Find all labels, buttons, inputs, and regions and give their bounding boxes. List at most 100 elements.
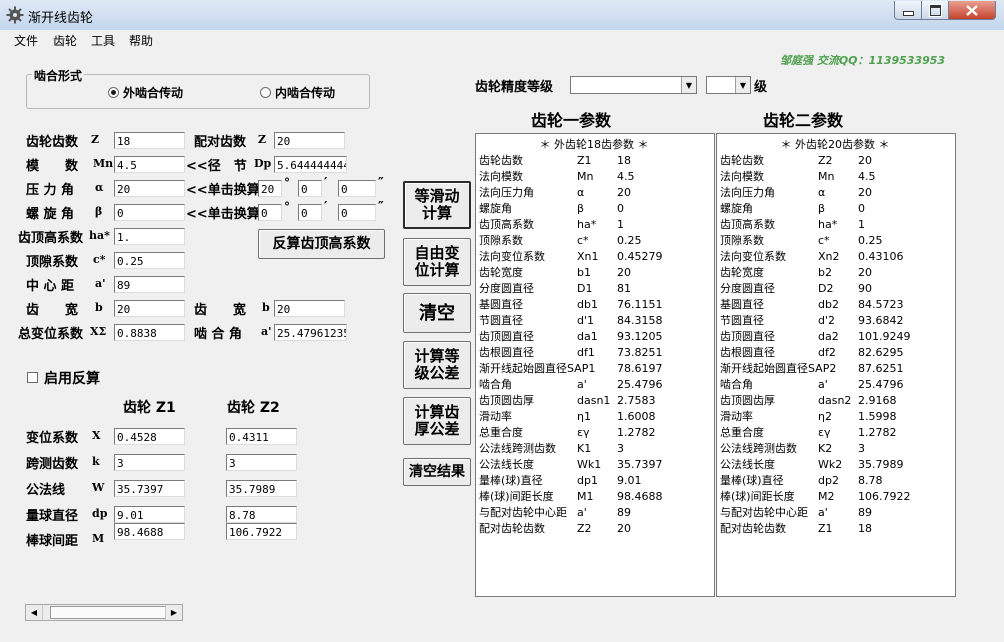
span-teeth-z2-input[interactable]: 3 <box>226 454 297 471</box>
external-mesh-radio[interactable] <box>108 87 119 98</box>
result-symbol: a' <box>577 378 587 391</box>
helix-minute-input[interactable]: 0 <box>298 204 322 221</box>
helix-convert-link[interactable]: <<单击换算 <box>186 203 260 222</box>
result-label: 公法线长度 <box>479 458 534 471</box>
result-label: 齿轮齿数 <box>479 154 523 167</box>
result-symbol: dasn2 <box>818 394 852 407</box>
minute-mark: ′ <box>324 176 328 191</box>
reverse-calc-checkbox[interactable] <box>27 372 38 383</box>
result-value: 20 <box>858 266 872 279</box>
scroll-left-icon[interactable]: ◀ <box>26 605 43 620</box>
scroll-thumb[interactable] <box>50 606 166 619</box>
precision-select[interactable]: ▼ <box>570 76 697 94</box>
result-label: 基圆直径 <box>479 298 523 311</box>
ball-distance-z2-input[interactable]: 106.7922 <box>226 523 297 540</box>
grade-tolerance-button[interactable]: 计算等 级公差 <box>403 341 471 389</box>
result-value: 4.5 <box>617 170 635 183</box>
result-label: 齿顶高系数 <box>479 218 534 231</box>
horizontal-scrollbar[interactable]: ◀ ▶ <box>25 604 183 621</box>
result-value: 1.6008 <box>617 410 656 423</box>
result-value: 101.9249 <box>858 330 911 343</box>
pitch-label[interactable]: <<径 节 <box>186 155 247 174</box>
ball-distance-z1-input[interactable]: 98.4688 <box>114 523 185 540</box>
pressure-angle-input[interactable]: 20 <box>114 180 185 197</box>
grade-select[interactable]: ▼ <box>706 76 751 94</box>
pressure-degree-input[interactable]: 20 <box>258 180 282 197</box>
shift-coef-z2-input[interactable]: 0.4311 <box>226 428 297 445</box>
helix-degree-input[interactable]: 0 <box>258 204 282 221</box>
result-value: 84.5723 <box>858 298 904 311</box>
internal-mesh-radio[interactable] <box>260 87 271 98</box>
span-teeth-z1-input[interactable]: 3 <box>114 454 185 471</box>
result-symbol: db2 <box>818 298 839 311</box>
close-button[interactable] <box>948 1 996 20</box>
result-label: 螺旋角 <box>720 202 753 215</box>
module-input[interactable]: 4.5 <box>114 156 185 173</box>
base-tangent-z1-input[interactable]: 35.7397 <box>114 480 185 497</box>
menu-tools[interactable]: 工具 <box>91 32 115 49</box>
menu-gear[interactable]: 齿轮 <box>53 32 77 49</box>
addendum-coef-input[interactable]: 1. <box>114 228 185 245</box>
span-teeth-symbol: k <box>92 455 100 468</box>
minute-mark: ′ <box>324 200 328 215</box>
pitch-input[interactable]: 5.644444444 <box>274 156 347 173</box>
gear1-results-panel[interactable]: ＊ 外齿轮18齿参数 ＊ 齿轮齿数 Z1 18 法向模数 Mn 4.5 法向压力角 α 20 螺旋… <box>475 133 715 597</box>
helix-second-input[interactable]: 0 <box>338 204 376 221</box>
minimize-icon <box>902 11 914 16</box>
mesh-angle-label: 啮 合 角 <box>194 327 243 342</box>
pressure-convert-link[interactable]: <<单击换算 <box>186 179 260 198</box>
gear2-results-panel[interactable]: ＊ 外齿轮20齿参数 ＊ 齿轮齿数 Z2 20 法向模数 Mn 4.5 法向压力角 α 20 螺旋… <box>716 133 956 597</box>
center-distance-input[interactable]: 89 <box>114 276 185 293</box>
span-teeth-label: 跨测齿数 <box>26 457 79 472</box>
minimize-button[interactable] <box>894 1 922 20</box>
external-mesh-label[interactable]: 外啮合传动 <box>123 84 183 101</box>
face-width2-input[interactable]: 20 <box>274 300 345 317</box>
result-label: 渐开线起始圆直径SAP1 <box>479 362 596 375</box>
base-tangent-z2-input[interactable]: 35.7989 <box>226 480 297 497</box>
result-label: 公法线跨测齿数 <box>479 442 556 455</box>
pressure-angle-label: 压 力 角 <box>26 183 75 198</box>
ball-diameter-z1-input[interactable]: 9.01 <box>114 506 185 523</box>
result-value: 20 <box>858 154 872 167</box>
second-mark: ″ <box>378 200 384 215</box>
result-value: 82.6295 <box>858 346 904 359</box>
slide-calc-button[interactable]: 等滑动 计算 <box>403 181 471 229</box>
result-symbol: Z2 <box>577 522 592 535</box>
scroll-right-icon[interactable]: ▶ <box>165 605 182 620</box>
result-symbol: K2 <box>818 442 833 455</box>
clearance-coef-label: 顶隙系数 <box>26 255 79 270</box>
clear-results-button[interactable]: 清空结果 <box>403 458 471 486</box>
pressure-minute-input[interactable]: 0 <box>298 180 322 197</box>
internal-mesh-label[interactable]: 内啮合传动 <box>275 84 335 101</box>
helix-angle-input[interactable]: 0 <box>114 204 185 221</box>
result-value: 4.5 <box>858 170 876 183</box>
clear-button[interactable]: 清空 <box>403 293 471 333</box>
result-value: 3 <box>858 442 865 455</box>
total-shift-input[interactable]: 0.8838 <box>114 324 185 341</box>
thickness-tolerance-button[interactable]: 计算齿 厚公差 <box>403 397 471 445</box>
menu-file[interactable]: 文件 <box>14 32 38 49</box>
mesh-angle-input[interactable]: 25.47961235 <box>274 324 347 341</box>
teeth-input[interactable]: 18 <box>114 132 185 149</box>
reverse-calc-label[interactable]: 启用反算 <box>44 368 100 388</box>
free-shift-calc-button[interactable]: 自由变 位计算 <box>403 238 471 286</box>
reverse-addendum-button[interactable]: 反算齿顶高系数 <box>258 229 385 259</box>
result-label: 量棒(球)直径 <box>720 474 784 487</box>
face-width-input[interactable]: 20 <box>114 300 185 317</box>
result-symbol: c* <box>577 234 589 247</box>
result-symbol: a' <box>818 506 828 519</box>
title-bar[interactable] <box>0 0 1004 31</box>
total-shift-symbol: XΣ <box>90 325 107 338</box>
menu-help[interactable]: 帮助 <box>129 32 153 49</box>
mate-teeth-input[interactable]: 20 <box>274 132 345 149</box>
result-label: 滑动率 <box>479 410 512 423</box>
shift-coef-z1-input[interactable]: 0.4528 <box>114 428 185 445</box>
ball-diameter-z2-input[interactable]: 8.78 <box>226 506 297 523</box>
result-label: 齿轮宽度 <box>479 266 523 279</box>
clearance-coef-input[interactable]: 0.25 <box>114 252 185 269</box>
mate-teeth-label: 配对齿数 <box>194 135 247 150</box>
result-value: 98.4688 <box>617 490 663 503</box>
maximize-button[interactable] <box>921 1 949 20</box>
pressure-second-input[interactable]: 0 <box>338 180 376 197</box>
author-watermark: 邹庭强 交流QQ：1139533953 <box>780 54 946 67</box>
